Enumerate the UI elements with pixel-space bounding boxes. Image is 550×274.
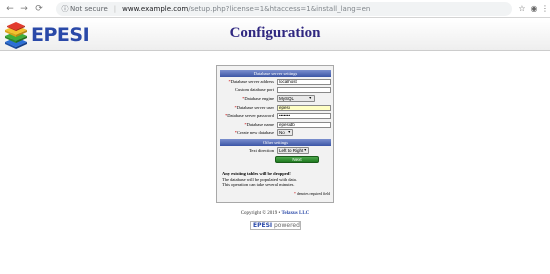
field-db-port: Custom database port: [219, 86, 333, 94]
required-field-note: * denotes required field: [294, 192, 330, 196]
page-header: EPESI Configuration: [0, 19, 550, 51]
chevron-down-icon: ▼: [308, 96, 312, 100]
text-direction-select[interactable]: Left to Right ▼: [277, 147, 309, 154]
field-create-db: *Create new database No ▼: [219, 129, 333, 137]
create-db-select[interactable]: No ▼: [277, 129, 293, 136]
divider: |: [113, 5, 117, 13]
field-label: *Database server user: [234, 105, 274, 110]
db-section-header: Database server settings: [220, 70, 331, 77]
field-db-user: *Database server user epesi: [219, 104, 333, 112]
field-label: *Create new database: [234, 130, 274, 135]
menu-icon[interactable]: ⋮: [539, 2, 550, 16]
next-button[interactable]: Next: [275, 156, 319, 163]
url-path: /setup.php?license=1&htaccess=1&install_…: [188, 5, 371, 13]
security-label: Not secure: [70, 5, 108, 13]
field-label: *Database server address: [228, 79, 274, 84]
browser-toolbar: ← → ⟳ ⓘ Not secure | www.example.com/setup.…: [0, 0, 550, 18]
db-password-input[interactable]: •••••••: [277, 113, 331, 119]
setup-notes: Any existing tables will be dropped! The…: [222, 171, 332, 188]
db-name-input[interactable]: epesidb: [277, 122, 331, 128]
db-port-input[interactable]: [277, 87, 331, 93]
field-label: Text direction: [248, 148, 274, 153]
db-user-input[interactable]: epesi: [277, 105, 331, 111]
url-host: www.example.com: [122, 5, 189, 13]
field-db-name: *Database name epesidb: [219, 121, 333, 129]
chevron-down-icon: ▼: [287, 130, 291, 134]
field-label: *Database engine: [242, 96, 274, 101]
reload-icon[interactable]: ⟳: [33, 2, 45, 16]
powered-brand: EPESI: [253, 222, 273, 229]
address-bar[interactable]: ⓘ Not secure | www.example.com/setup.php?li…: [56, 2, 512, 16]
duration-note: This operation can take several minutes.: [222, 182, 295, 187]
forward-icon[interactable]: →: [18, 2, 30, 16]
field-db-address: *Database server address localhost: [219, 78, 333, 86]
back-icon[interactable]: ←: [4, 2, 16, 16]
info-icon[interactable]: ⓘ: [60, 2, 70, 16]
page-title: Configuration: [229, 25, 321, 41]
configuration-form: Database server settings *Database serve…: [216, 65, 334, 203]
field-text-direction: Text direction Left to Right ▼: [219, 147, 333, 155]
bookmark-star-icon[interactable]: ☆: [516, 2, 528, 16]
powered-suffix: powered: [274, 222, 300, 229]
field-label: *Database server password: [225, 113, 274, 118]
field-db-password: *Database server password •••••••: [219, 112, 333, 120]
company-link[interactable]: Telaxus LLC: [282, 211, 310, 216]
powered-by-badge[interactable]: EPESI powered: [250, 221, 301, 230]
db-address-input[interactable]: localhost: [277, 79, 331, 85]
other-section-header: Other settings: [220, 139, 331, 146]
db-engine-select[interactable]: MySQL ▼: [277, 95, 315, 102]
field-label: Custom database port: [235, 87, 274, 92]
copyright: Copyright © 2019 • Telaxus LLC: [240, 211, 310, 216]
field-label: *Database name: [244, 122, 274, 127]
chevron-down-icon: ▼: [303, 148, 307, 152]
field-db-engine: *Database engine MySQL ▼: [219, 95, 333, 103]
